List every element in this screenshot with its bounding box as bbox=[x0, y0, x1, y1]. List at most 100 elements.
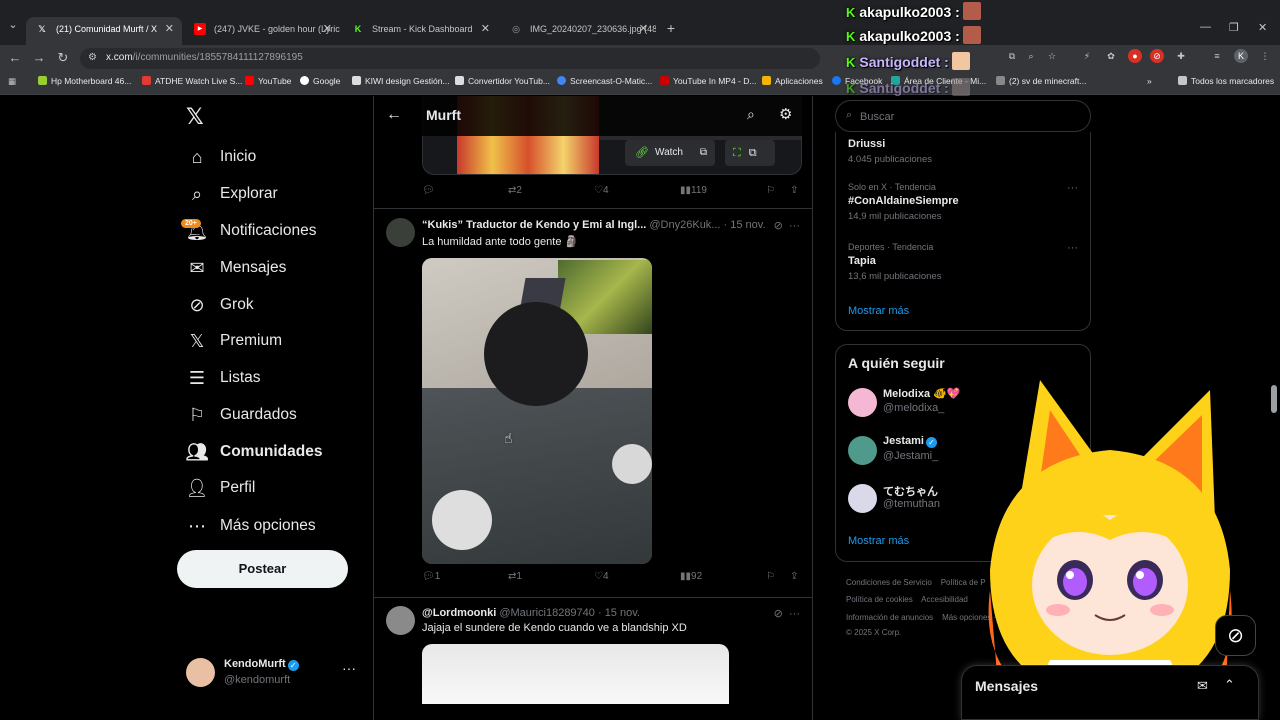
footer-link[interactable]: Política de cookies bbox=[846, 595, 913, 604]
close-tab-icon[interactable]: ✕ bbox=[165, 17, 174, 41]
show-more-follow-link[interactable]: Mostrar más bbox=[848, 535, 909, 547]
nav-item-bookmarks[interactable]: ⚐ Guardados bbox=[186, 398, 297, 432]
nav-item-profile[interactable]: 👤︎ Perfil bbox=[186, 471, 256, 505]
nav-item-notifications[interactable]: 🔔︎ Notificaciones bbox=[186, 214, 317, 248]
show-more-trends-link[interactable]: Mostrar más bbox=[848, 305, 909, 317]
playlist-icon[interactable]: ≡ bbox=[1210, 49, 1224, 63]
close-window-icon[interactable]: ✕ bbox=[1258, 21, 1267, 34]
tab-youtube[interactable]: ▶ (247) JVKE - golden hour (Lyric ✕ bbox=[184, 17, 340, 45]
bookmark-item[interactable]: ATDHE Watch Live S... bbox=[142, 76, 242, 86]
like-button[interactable]: ♡ 4 bbox=[594, 571, 609, 582]
nav-item-communities[interactable]: 👥︎ Comunidades bbox=[186, 435, 323, 469]
bookmark-item[interactable]: YouTube In MP4 - D... bbox=[660, 76, 756, 86]
nav-item-messages[interactable]: ✉ Mensajes bbox=[186, 251, 286, 285]
popout-button[interactable]: ⛶ ⧉ bbox=[725, 140, 775, 166]
bookmark-folder[interactable]: Todos los marcadores bbox=[1178, 76, 1274, 86]
address-bar[interactable]: ⚙ x.com/i/communities/185578411112789619… bbox=[80, 48, 820, 69]
trend-item[interactable]: Deportes · Tendencia Tapia 13,6 mil publ… bbox=[848, 242, 1078, 282]
views-button[interactable]: ▮▮ 119 bbox=[680, 185, 707, 196]
back-icon[interactable]: ← bbox=[6, 49, 24, 67]
author-handle[interactable]: @Dny26Kuk... bbox=[649, 219, 720, 231]
nav-item-premium[interactable]: 𝕏 Premium bbox=[186, 324, 282, 358]
repost-button[interactable]: ⇄ 1 bbox=[508, 571, 522, 582]
page-scrollbar[interactable] bbox=[1271, 385, 1277, 413]
nav-item-lists[interactable]: ☰ Listas bbox=[186, 361, 261, 395]
bookmark-icon[interactable]: ⚐ bbox=[766, 571, 775, 582]
post[interactable]: @Lordmoonki @Maurici18289740 · 15 nov. ⊘… bbox=[374, 598, 812, 720]
search-icon[interactable]: ⌕ bbox=[747, 106, 755, 123]
new-tab-icon[interactable]: + bbox=[663, 20, 679, 36]
more-dots-icon[interactable]: ··· bbox=[789, 220, 800, 232]
bookmark-item[interactable]: Google bbox=[300, 76, 340, 86]
more-dots-icon[interactable]: ··· bbox=[342, 660, 356, 676]
grok-icon[interactable]: ⊘ bbox=[774, 220, 783, 232]
author-handle[interactable]: @Maurici18289740 bbox=[499, 607, 595, 619]
tab-x-community[interactable]: 𝕏 (21) Comunidad Murft / X ✕ bbox=[26, 17, 182, 45]
forward-icon[interactable]: → bbox=[30, 49, 48, 67]
like-button[interactable]: ♡ 4 bbox=[594, 185, 609, 196]
reload-icon[interactable]: ↻ bbox=[54, 49, 72, 67]
post-photo[interactable] bbox=[422, 258, 652, 564]
nav-item-more[interactable]: ⋯ Más opciones bbox=[186, 509, 316, 543]
watch-button[interactable]: 🔗︎ Watch ⧉ bbox=[625, 140, 715, 166]
expand-chevron-icon[interactable]: ⌃ bbox=[1224, 677, 1235, 693]
gear-icon[interactable]: ⚙ bbox=[779, 105, 792, 123]
bookmark-item[interactable]: Screencast-O-Matic... bbox=[557, 76, 652, 86]
author-name[interactable]: @Lordmoonki bbox=[422, 607, 496, 619]
search-input[interactable] bbox=[860, 108, 1080, 125]
extension-icon[interactable]: ● bbox=[1128, 49, 1142, 63]
back-arrow-icon[interactable]: ← bbox=[386, 106, 402, 124]
avatar[interactable] bbox=[386, 218, 415, 247]
site-info-icon[interactable]: ⚙ bbox=[88, 52, 97, 63]
footer-link[interactable]: Política de P bbox=[941, 578, 986, 587]
apps-grid-icon[interactable]: ▦ bbox=[8, 76, 16, 87]
more-dots-icon[interactable]: ··· bbox=[1067, 242, 1078, 254]
tab-kick-dashboard[interactable]: K Stream - Kick Dashboard ✕ bbox=[342, 17, 498, 45]
extension-icon[interactable]: ⊘ bbox=[1150, 49, 1164, 63]
tab-image[interactable]: ◎ IMG_20240207_230636.jpg (48 ✕ bbox=[500, 17, 656, 45]
more-dots-icon[interactable]: ··· bbox=[1067, 182, 1078, 194]
post[interactable]: “Kukis” Traductor de Kendo y Emi al Ingl… bbox=[374, 209, 812, 597]
bookmark-item[interactable]: KIWI design Gestión... bbox=[352, 76, 450, 86]
repost-button[interactable]: ⇄ 2 bbox=[508, 185, 522, 196]
extension-icon[interactable]: ⚡ bbox=[1080, 49, 1094, 63]
nav-item-home[interactable]: ⌂ Inicio bbox=[186, 140, 257, 174]
post-date[interactable]: · 15 nov. bbox=[598, 607, 640, 619]
nav-item-explore[interactable]: ⌕ Explorar bbox=[186, 177, 278, 211]
footer-link[interactable]: Información de anuncios bbox=[846, 613, 933, 622]
menu-kebab-icon[interactable]: ⋮ bbox=[1258, 49, 1272, 63]
search-box[interactable]: ⌕ bbox=[835, 100, 1091, 132]
messages-drawer[interactable]: Mensajes ✉ ⌃ bbox=[961, 665, 1259, 720]
extensions-puzzle-icon[interactable]: ✚ bbox=[1174, 49, 1188, 63]
nav-item-grok[interactable]: ⊘ Grok bbox=[186, 288, 253, 322]
grok-fab-button[interactable]: ⊘ bbox=[1215, 615, 1256, 656]
footer-link[interactable]: Condiciones de Servicio bbox=[846, 578, 932, 587]
bookmark-item[interactable]: YouTube bbox=[245, 76, 291, 86]
post-button[interactable]: Postear bbox=[177, 550, 348, 588]
restore-icon[interactable]: ❐ bbox=[1229, 21, 1239, 34]
profile-avatar[interactable]: K bbox=[1234, 49, 1248, 63]
bookmark-item[interactable]: Aplicaciones bbox=[762, 76, 823, 86]
more-bookmarks-icon[interactable]: » bbox=[1147, 76, 1152, 86]
views-button[interactable]: ▮▮ 92 bbox=[680, 571, 702, 582]
close-tab-icon[interactable]: ✕ bbox=[481, 17, 490, 41]
close-tab-icon[interactable]: ✕ bbox=[323, 17, 332, 41]
trend-item[interactable]: Driussi 4.045 publicaciones bbox=[848, 135, 1078, 165]
share-icon[interactable]: ⇪ bbox=[790, 571, 798, 582]
avatar[interactable] bbox=[386, 606, 415, 635]
tab-search-icon[interactable]: ⌄ bbox=[4, 18, 22, 36]
author-name[interactable]: “Kukis” Traductor de Kendo y Emi al Ingl… bbox=[422, 219, 646, 231]
bookmark-item[interactable]: Hp Motherboard 46... bbox=[38, 76, 131, 86]
bookmark-item[interactable]: Convertidor YouTub... bbox=[455, 76, 550, 86]
minimize-icon[interactable]: — bbox=[1200, 21, 1211, 33]
reply-icon[interactable]: 💬︎ bbox=[422, 185, 435, 196]
post-date[interactable]: · 15 nov. bbox=[724, 219, 766, 231]
new-message-icon[interactable]: ✉ bbox=[1197, 678, 1208, 694]
x-logo-icon[interactable]: 𝕏 bbox=[186, 106, 208, 128]
share-icon[interactable]: ⇪ bbox=[790, 185, 798, 196]
reply-button[interactable]: 💬︎ 1 bbox=[422, 571, 440, 582]
extension-icon[interactable]: ✿ bbox=[1104, 49, 1118, 63]
grok-icon[interactable]: ⊘ bbox=[774, 608, 783, 620]
footer-link[interactable]: Accesibilidad bbox=[921, 595, 968, 604]
post-media[interactable] bbox=[422, 644, 729, 704]
